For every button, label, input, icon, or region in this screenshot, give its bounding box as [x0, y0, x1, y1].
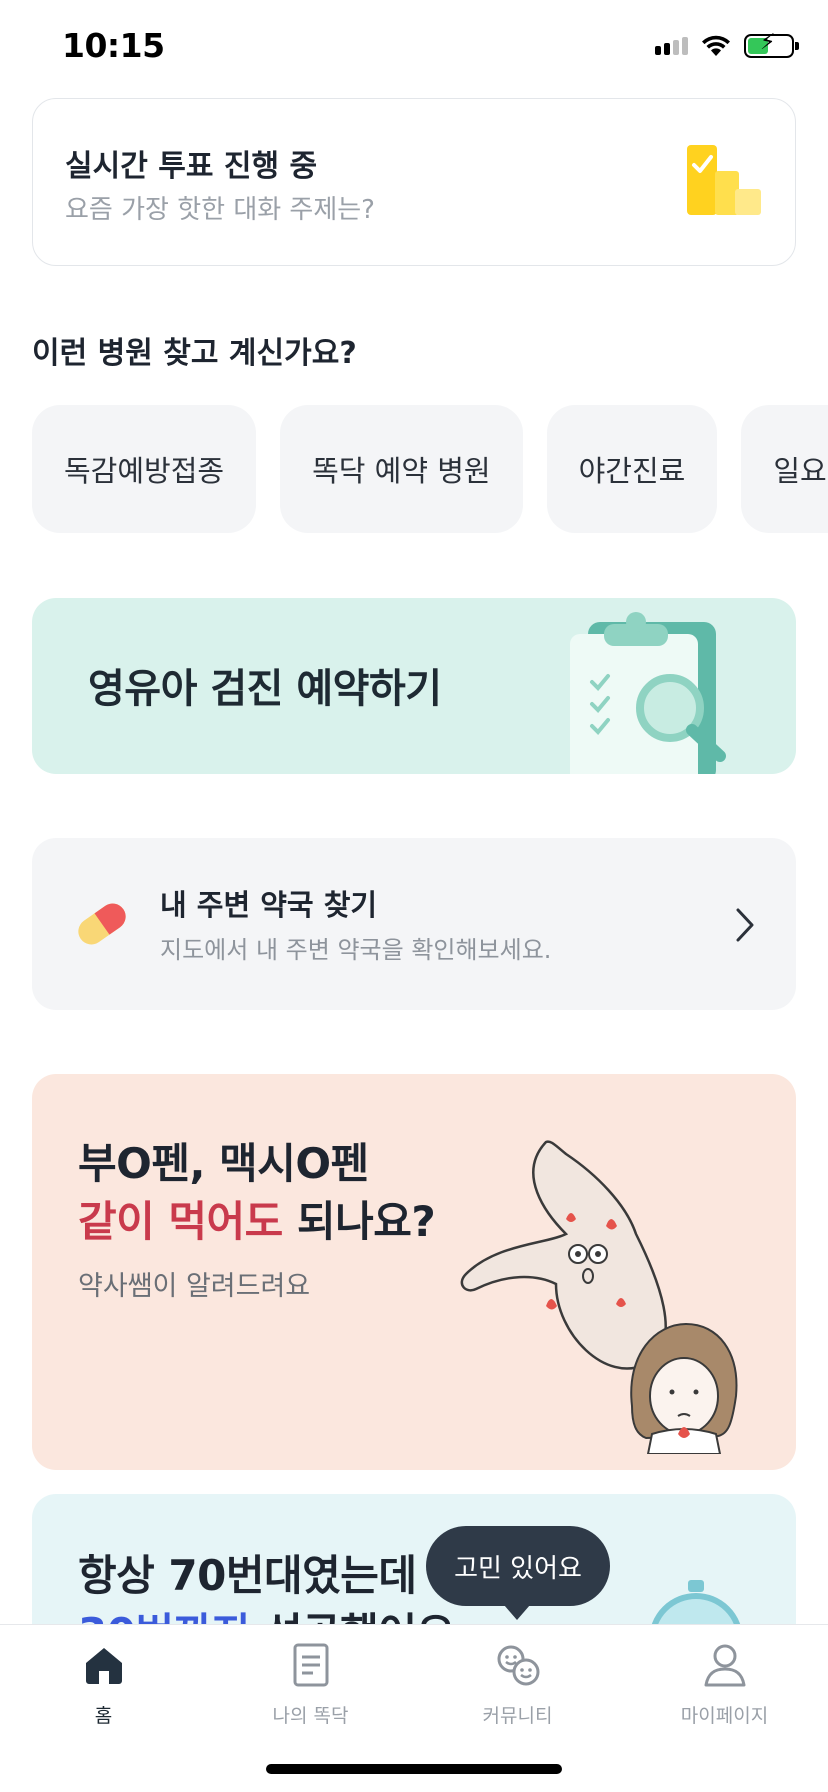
medicine-info-banner[interactable]: 부O펜, 맥시O펜 같이 먹어도 되나요? 약사쌤이 알려드려요: [32, 1074, 796, 1470]
success-banner-line1: 항상 70번대였는데: [78, 1551, 417, 1600]
checkup-banner-title: 영유아 검진 예약하기: [88, 666, 442, 712]
stomach-girl-illustration: [460, 1140, 738, 1454]
bottom-tab-bar: 홈 나의 똑닥 커뮤니티 마이페이지: [0, 1624, 828, 1792]
wifi-icon: [702, 35, 730, 56]
document-icon: [293, 1643, 328, 1687]
home-screen: 10:15 ⚡ 실시간 투표 진행 중 요즘 가장 핫한 대화 주제는? 이런 …: [0, 0, 828, 1792]
status-bar: 10:15 ⚡: [0, 0, 828, 100]
status-icons: ⚡: [655, 32, 799, 58]
chip-flu-vaccine[interactable]: 독감예방접종: [32, 405, 257, 533]
infant-checkup-banner[interactable]: 영유아 검진 예약하기: [32, 598, 796, 774]
chevron-right-icon: [736, 908, 754, 942]
tab-community[interactable]: 커뮤니티: [414, 1641, 621, 1751]
tab-my-ddokdak[interactable]: 나의 똑닥: [207, 1641, 414, 1751]
chip-sunday-clinic[interactable]: 일요: [741, 405, 828, 533]
vote-card-subtitle: 요즘 가장 핫한 대화 주제는?: [65, 195, 375, 225]
home-indicator[interactable]: [266, 1764, 562, 1774]
tab-community-label: 커뮤니티: [482, 1705, 553, 1727]
tab-mypage-label: 마이페이지: [680, 1705, 769, 1727]
medicine-banner-subtitle: 약사쌤이 알려드려요: [78, 1271, 311, 1302]
tab-my-ddokdak-label: 나의 똑닥: [272, 1705, 349, 1727]
bar-chart-check-icon: [687, 145, 761, 215]
community-tooltip[interactable]: 고민 있어요: [426, 1526, 610, 1620]
pill-icon: [78, 903, 126, 945]
chip-ddokdak-reservation[interactable]: 똑닥 예약 병원: [280, 405, 523, 533]
hospital-category-chips: 독감예방접종 똑닥 예약 병원 야간진료 일요: [32, 405, 828, 533]
pharmacy-card-title: 내 주변 약국 찾기: [160, 888, 378, 922]
hospital-section-title: 이런 병원 찾고 계신가요?: [32, 336, 357, 371]
clipboard-magnifier-icon: [570, 612, 726, 774]
pharmacy-card-subtitle: 지도에서 내 주변 약국을 확인해보세요.: [160, 936, 552, 964]
vote-card-title: 실시간 투표 진행 중: [65, 149, 318, 184]
live-vote-card[interactable]: 실시간 투표 진행 중 요즘 가장 핫한 대화 주제는?: [32, 98, 796, 266]
tab-home-label: 홈: [94, 1705, 113, 1727]
medicine-banner-line2-rest: 되나요?: [282, 1197, 436, 1246]
status-time: 10:15: [62, 26, 165, 65]
medicine-banner-highlight: 같이 먹어도: [78, 1197, 283, 1246]
tab-home[interactable]: 홈: [0, 1641, 207, 1751]
medicine-banner-line1: 부O펜, 맥시O펜: [78, 1139, 369, 1188]
signal-icon: [655, 37, 688, 55]
nearby-pharmacy-card[interactable]: 내 주변 약국 찾기 지도에서 내 주변 약국을 확인해보세요.: [32, 838, 796, 1010]
medicine-banner-line2: 같이 먹어도 되나요?: [78, 1188, 436, 1249]
chip-night-clinic[interactable]: 야간진료: [546, 405, 718, 533]
battery-charging-icon: ⚡: [744, 32, 799, 58]
community-icon: [497, 1645, 539, 1686]
tab-mypage[interactable]: 마이페이지: [621, 1641, 828, 1751]
home-icon: [85, 1648, 122, 1684]
person-icon: [704, 1644, 745, 1687]
